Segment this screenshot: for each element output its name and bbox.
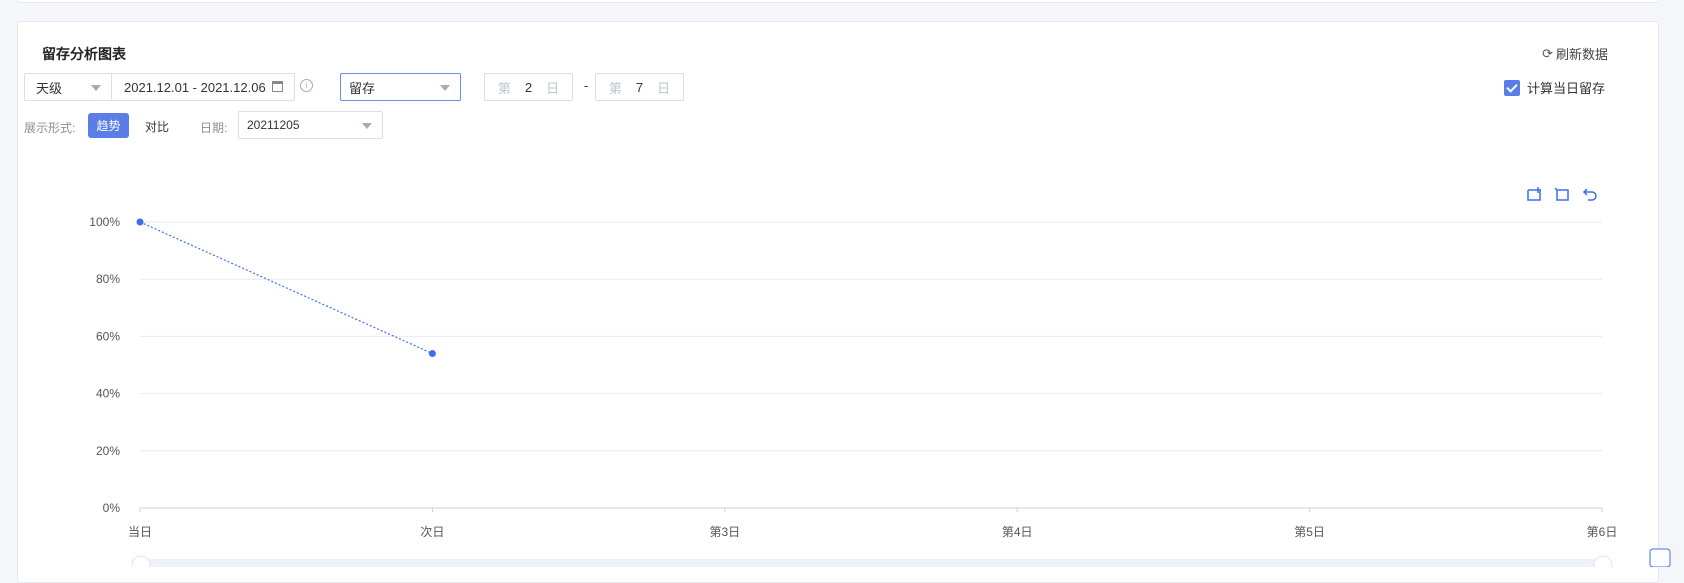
y-tick-label: 100% [89,215,120,229]
y-tick-label: 80% [96,272,120,286]
x-tick-label: 第6日 [1587,525,1618,539]
y-tick-label: 40% [96,387,120,401]
x-tick-label: 第3日 [709,525,740,539]
series-line [139,221,433,355]
y-tick-label: 20% [96,444,120,458]
x-tick-label: 第4日 [1002,525,1033,539]
x-tick-label: 第5日 [1294,525,1325,539]
y-tick-label: 0% [103,501,121,515]
x-tick-label: 当日 [128,525,152,539]
data-point[interactable] [136,218,144,226]
retention-line-chart: 当日 次日 第3日 第4日 第5日 第6日 0% 20% 40% 60% 80% 100% [89,215,1618,539]
y-tick-label: 60% [96,329,120,343]
data-point[interactable] [428,350,436,358]
x-tick-label: 次日 [420,525,444,539]
